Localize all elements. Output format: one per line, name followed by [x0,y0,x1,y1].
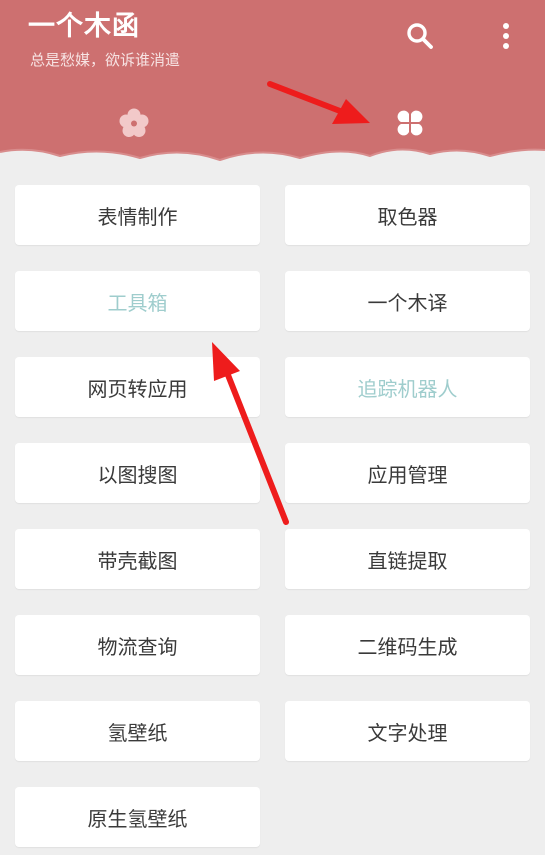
tool-card[interactable]: 二维码生成 [285,615,530,675]
tool-card[interactable]: 工具箱 [15,271,260,331]
tool-card[interactable]: 原生氢壁纸 [15,787,260,847]
tool-card[interactable]: 氢壁纸 [15,701,260,761]
tools-grid: 表情制作 取色器 工具箱 一个木译 网页转应用 追踪机器人 以图搜图 应用管理 … [0,0,545,855]
tool-card[interactable]: 文字处理 [285,701,530,761]
tool-card[interactable]: 网页转应用 [15,357,260,417]
tool-card[interactable]: 追踪机器人 [285,357,530,417]
tool-card[interactable]: 表情制作 [15,185,260,245]
tool-card[interactable]: 应用管理 [285,443,530,503]
tool-card[interactable]: 带壳截图 [15,529,260,589]
tool-card[interactable]: 取色器 [285,185,530,245]
tool-card[interactable]: 以图搜图 [15,443,260,503]
tool-card[interactable]: 直链提取 [285,529,530,589]
tool-card[interactable]: 物流查询 [15,615,260,675]
tool-card[interactable]: 一个木译 [285,271,530,331]
